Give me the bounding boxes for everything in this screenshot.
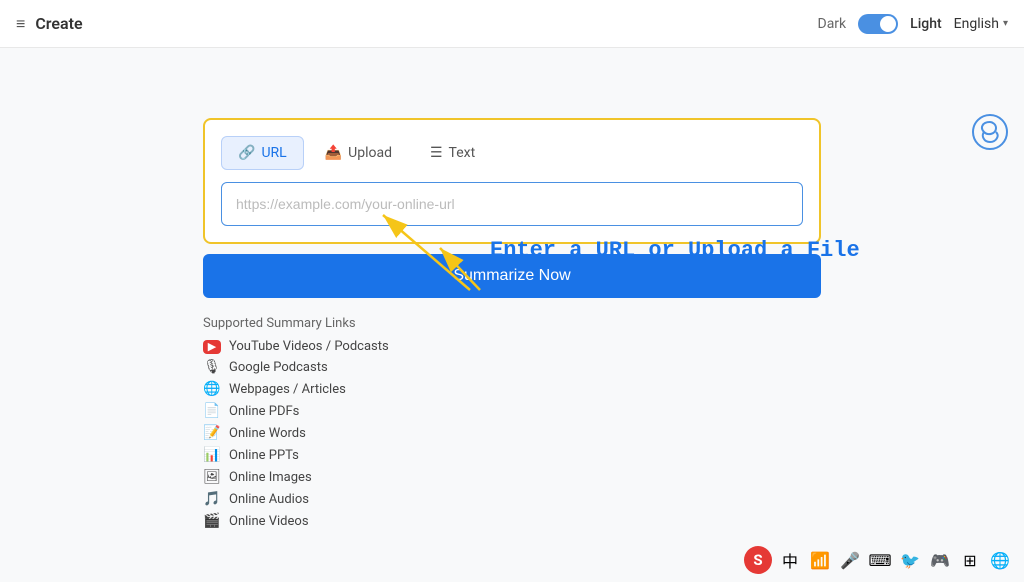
- toggle-knob: [880, 16, 896, 32]
- game-icon: 🎮: [928, 548, 952, 572]
- audios-icon: 🎵: [203, 490, 221, 508]
- tab-url-label: URL: [261, 145, 286, 161]
- item-label-pdfs: Online PDFs: [229, 404, 299, 419]
- input-panel: 🔗 URL 📤 Upload ☰ Text: [203, 118, 821, 244]
- item-label-videos: Online Videos: [229, 514, 309, 529]
- theme-dark-label: Dark: [818, 16, 847, 32]
- list-item-youtube: ▶ YouTube Videos / Podcasts: [203, 339, 821, 354]
- wifi-icon: 📶: [808, 548, 832, 572]
- list-item-audios: 🎵 Online Audios: [203, 490, 821, 508]
- supported-title: Supported Summary Links: [203, 316, 821, 331]
- item-label-images: Online Images: [229, 470, 312, 485]
- list-item-pdfs: 📄 Online PDFs: [203, 402, 821, 420]
- mic-icon: 🎤: [838, 548, 862, 572]
- upload-icon: 📤: [325, 145, 342, 161]
- header: ≡ Create Dark Light English ▾: [0, 0, 1024, 48]
- chevron-down-icon: ▾: [1003, 18, 1008, 29]
- supported-links-section: Supported Summary Links ▶ YouTube Videos…: [203, 316, 821, 530]
- list-item-webpages: 🌐 Webpages / Articles: [203, 380, 821, 398]
- item-label-words: Online Words: [229, 426, 306, 441]
- youtube-icon: ▶: [203, 340, 221, 354]
- videos-icon: 🎬: [203, 512, 221, 530]
- bottom-taskbar: S 中 📶 🎤 ⌨ 🐦 🎮 ⊞ 🌐: [744, 546, 1012, 574]
- url-input[interactable]: [221, 182, 803, 226]
- url-icon: 🔗: [238, 145, 255, 161]
- list-item-words: 📝 Online Words: [203, 424, 821, 442]
- theme-toggle[interactable]: [858, 14, 898, 34]
- extra-icon: 🌐: [988, 548, 1012, 572]
- list-item-ppts: 📊 Online PPTs: [203, 446, 821, 464]
- item-label-youtube: YouTube Videos / Podcasts: [229, 339, 389, 354]
- tab-upload-label: Upload: [348, 145, 392, 161]
- item-label-google-podcasts: Google Podcasts: [229, 360, 328, 375]
- chinese-char-icon: 中: [778, 548, 802, 572]
- language-selector[interactable]: English ▾: [954, 16, 1008, 32]
- header-right: Dark Light English ▾: [818, 14, 1009, 34]
- callout-text: Enter a URL or Upload a File: [490, 238, 860, 263]
- header-left: ≡ Create: [16, 14, 83, 34]
- item-label-webpages: Webpages / Articles: [229, 382, 346, 397]
- images-icon: 🖼: [203, 468, 221, 486]
- tab-bar: 🔗 URL 📤 Upload ☰ Text: [221, 136, 803, 170]
- menu-icon[interactable]: ≡: [16, 14, 25, 34]
- tab-upload[interactable]: 📤 Upload: [308, 136, 409, 170]
- tab-text-label: Text: [449, 145, 476, 161]
- list-item-images: 🖼 Online Images: [203, 468, 821, 486]
- language-label: English: [954, 16, 999, 32]
- app-title: Create: [35, 14, 82, 33]
- word-icon: 📝: [203, 424, 221, 442]
- item-label-ppts: Online PPTs: [229, 448, 299, 463]
- keyboard-icon: ⌨: [868, 548, 892, 572]
- google-podcasts-icon: 🎙: [203, 358, 221, 376]
- list-item-google-podcasts: 🎙 Google Podcasts: [203, 358, 821, 376]
- s-icon: S: [744, 546, 772, 574]
- main-content: 🔗 URL 📤 Upload ☰ Text Summarize Now Supp…: [0, 48, 1024, 530]
- item-label-audios: Online Audios: [229, 492, 309, 507]
- ppt-icon: 📊: [203, 446, 221, 464]
- tab-url[interactable]: 🔗 URL: [221, 136, 304, 170]
- theme-light-label: Light: [910, 16, 942, 32]
- pdf-icon: 📄: [203, 402, 221, 420]
- grid-icon: ⊞: [958, 548, 982, 572]
- text-icon: ☰: [430, 145, 443, 161]
- webpages-icon: 🌐: [203, 380, 221, 398]
- list-item-videos: 🎬 Online Videos: [203, 512, 821, 530]
- tab-text[interactable]: ☰ Text: [413, 136, 492, 170]
- bird-icon: 🐦: [898, 548, 922, 572]
